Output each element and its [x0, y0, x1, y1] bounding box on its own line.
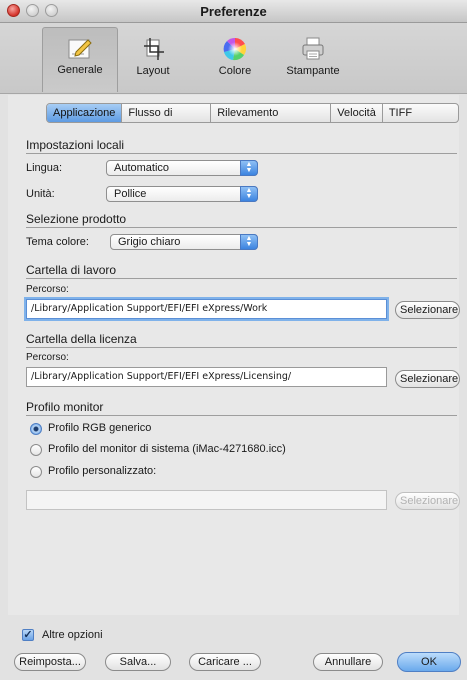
product-heading: Selezione prodotto: [26, 212, 127, 226]
radio-generic-rgb[interactable]: [30, 423, 42, 435]
updown-arrows-icon: ▲ ▼: [240, 160, 258, 176]
printer-icon: [302, 37, 324, 60]
workdir-path-label: Percorso:: [26, 284, 69, 295]
radio-system-monitor-label: Profilo del monitor di sistema (iMac-427…: [48, 443, 286, 455]
toolbar-item-colore[interactable]: Colore: [198, 29, 272, 89]
locale-divider: [26, 153, 457, 154]
custom-profile-path-field[interactable]: [26, 490, 387, 510]
toolbar-item-generale[interactable]: Generale: [42, 27, 118, 92]
units-value: Pollice: [114, 188, 147, 200]
radio-system-monitor[interactable]: [30, 444, 42, 456]
theme-select[interactable]: Grigio chiaro ▲ ▼: [110, 234, 258, 250]
license-divider: [26, 347, 457, 348]
more-options-label: Altre opzioni: [42, 629, 103, 641]
window-title: Preferenze: [200, 4, 267, 19]
toolbar-label-layout: Layout: [136, 65, 170, 77]
title-bar: Preferenze: [0, 0, 467, 23]
language-select[interactable]: Automatico ▲ ▼: [106, 160, 258, 176]
tab-applicazione[interactable]: Applicazione: [47, 104, 123, 122]
load-button[interactable]: Caricare ...: [189, 653, 261, 671]
license-path-label: Percorso:: [26, 352, 69, 363]
toolbar: Generale Layout Colore Stampante: [0, 23, 467, 94]
workdir-path-field[interactable]: /Library/Application Support/EFI/EFI eXp…: [26, 299, 387, 319]
tab-tiff-esporta[interactable]: TIFF Esporta: [383, 104, 458, 122]
radio-generic-rgb-label: Profilo RGB generico: [48, 422, 152, 434]
save-button[interactable]: Salva...: [105, 653, 171, 671]
workdir-select-button[interactable]: Selezionare: [395, 301, 460, 319]
tab-rilevamento-processo[interactable]: Rilevamento processo: [211, 104, 332, 122]
toolbar-label-stampante: Stampante: [286, 65, 340, 77]
product-divider: [26, 227, 457, 228]
toolbar-label-generale: Generale: [57, 64, 103, 76]
updown-arrows-icon: ▲ ▼: [240, 186, 258, 202]
ok-button[interactable]: OK: [397, 652, 461, 672]
general-pen-icon: [68, 39, 92, 59]
license-path-field[interactable]: /Library/Application Support/EFI/EFI eXp…: [26, 367, 387, 387]
monitor-divider: [26, 415, 457, 416]
theme-label: Tema colore:: [26, 236, 89, 248]
tab-velocita[interactable]: Velocità: [331, 104, 383, 122]
language-label: Lingua:: [26, 162, 63, 174]
preferences-window: Preferenze Generale Layout Colore Stampa…: [0, 0, 467, 680]
subtab-bar: Applicazione Flusso di lavoro Rilevament…: [46, 103, 459, 123]
radio-custom-profile-label: Profilo personalizzato:: [48, 465, 157, 477]
cancel-button[interactable]: Annullare: [313, 653, 383, 671]
workdir-divider: [26, 278, 457, 279]
units-select[interactable]: Pollice ▲ ▼: [106, 186, 258, 202]
custom-profile-select-button[interactable]: Selezionare: [395, 492, 460, 510]
toolbar-item-stampante[interactable]: Stampante: [276, 29, 350, 89]
license-heading: Cartella della licenza: [26, 332, 137, 346]
reset-button[interactable]: Reimposta...: [14, 653, 86, 671]
more-options-checkbox[interactable]: ✓: [22, 629, 34, 641]
language-value: Automatico: [114, 162, 170, 174]
toolbar-item-layout[interactable]: Layout: [116, 29, 190, 89]
color-wheel-icon: [223, 37, 247, 61]
license-select-button[interactable]: Selezionare: [395, 370, 460, 388]
theme-value: Grigio chiaro: [118, 236, 181, 248]
updown-arrows-icon: ▲ ▼: [240, 234, 258, 250]
locale-heading: Impostazioni locali: [26, 138, 125, 152]
monitor-heading: Profilo monitor: [26, 400, 104, 414]
tab-flusso-di-lavoro[interactable]: Flusso di lavoro: [122, 104, 212, 122]
toolbar-label-colore: Colore: [218, 65, 252, 77]
layout-crop-icon: [144, 38, 164, 60]
radio-custom-profile[interactable]: [30, 466, 42, 478]
units-label: Unità:: [26, 188, 55, 200]
workdir-heading: Cartella di lavoro: [26, 263, 117, 277]
